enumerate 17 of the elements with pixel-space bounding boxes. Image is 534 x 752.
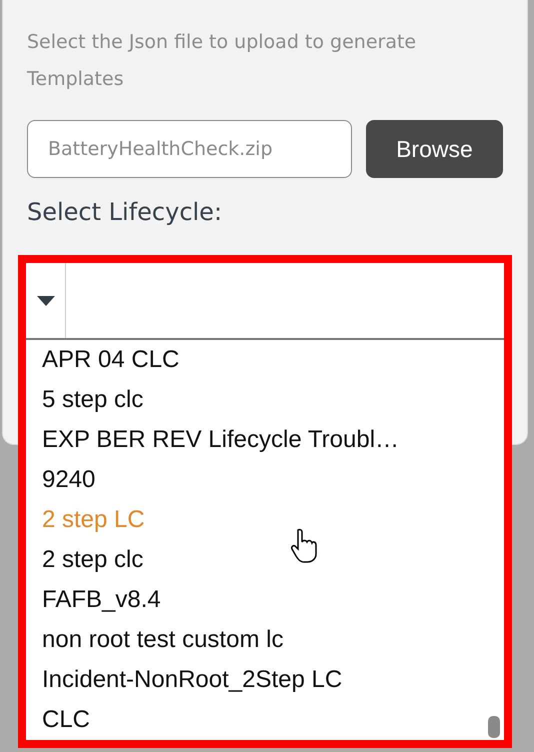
hand-cursor-icon <box>290 528 320 564</box>
lifecycle-select-field[interactable] <box>66 263 504 338</box>
dropdown-option[interactable]: CLC <box>26 700 504 740</box>
browse-button[interactable]: Browse <box>366 120 503 178</box>
caret-icon <box>36 296 54 306</box>
dropdown-option[interactable]: non root test custom lc <box>26 620 504 660</box>
dropdown-option[interactable]: FAFB_v8.4 <box>26 580 504 620</box>
dropdown-option[interactable]: APR 04 CLC <box>26 340 504 380</box>
dropdown-option[interactable]: 2 step clc <box>26 540 504 580</box>
scrollbar-thumb[interactable] <box>488 716 500 738</box>
instructions-text: Select the Json file to upload to generate Templates <box>27 30 418 92</box>
dropdown-option[interactable]: 9240 <box>26 460 504 500</box>
lifecycle-label: Select Lifecycle: <box>27 198 224 226</box>
dropdown-toggle[interactable] <box>26 263 66 338</box>
dropdown-option[interactable]: Incident-NonRoot_2Step LC <box>26 660 504 700</box>
dropdown-option[interactable]: EXP BER REV Lifecycle Troubl… <box>26 420 504 460</box>
dropdown-option[interactable]: 5 step clc <box>26 380 504 420</box>
